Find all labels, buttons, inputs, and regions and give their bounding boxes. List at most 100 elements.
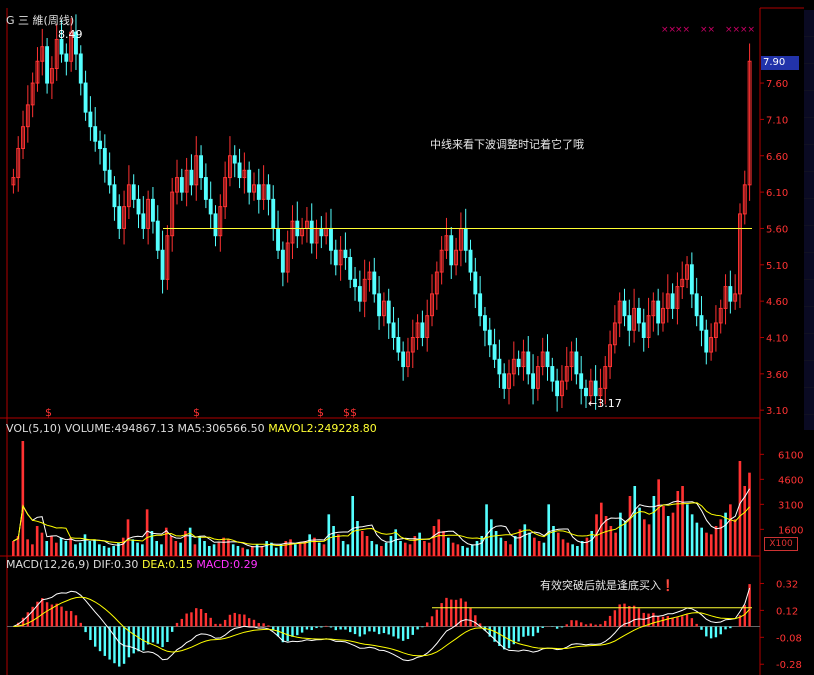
candle-body	[64, 53, 69, 62]
candle-body	[728, 286, 733, 302]
price-tick-label: 4.10	[766, 333, 788, 344]
candle-body	[329, 227, 333, 251]
volume-bar	[437, 519, 441, 556]
macd-dea-value: DEA:0.15	[141, 558, 193, 571]
price-tick-label: 5.60	[766, 224, 788, 235]
volume-bar	[346, 544, 350, 556]
candle-body	[237, 162, 242, 179]
price-tick-label: 4.60	[766, 297, 788, 308]
volume-bar	[40, 532, 44, 556]
volume-bar	[169, 536, 173, 556]
candle-body	[449, 235, 454, 266]
volume-bar	[54, 542, 58, 556]
volume-bar	[121, 537, 125, 556]
side-tab[interactable]	[804, 64, 814, 91]
side-tab[interactable]	[804, 280, 814, 307]
side-tab[interactable]	[804, 388, 814, 415]
side-tab[interactable]	[804, 91, 814, 118]
volume-bar	[274, 547, 278, 556]
side-tab[interactable]	[804, 415, 814, 430]
side-tab[interactable]	[804, 37, 814, 64]
candle-body	[579, 373, 584, 389]
volume-bar	[456, 544, 460, 556]
price-tick-label: 6.60	[766, 152, 788, 163]
volume-bar	[112, 546, 115, 556]
volume-bar	[690, 514, 694, 556]
volume-bar	[666, 516, 670, 556]
period-label: (周线)	[43, 14, 75, 27]
side-tab[interactable]	[804, 307, 814, 334]
volume-bar	[322, 544, 326, 556]
volume-bar	[217, 542, 221, 556]
candle-body	[372, 271, 377, 295]
volume-bar	[203, 541, 206, 556]
vol-tick-label: 6100	[778, 450, 803, 461]
volume-bar	[571, 544, 574, 556]
candle-body	[45, 46, 50, 84]
volume-bar	[399, 541, 402, 556]
candle-body	[420, 322, 425, 338]
volume-bar	[748, 472, 751, 556]
side-tab[interactable]	[804, 118, 814, 145]
volume-bar	[231, 544, 235, 556]
candle-body	[473, 271, 478, 295]
vol-indicator-name: VOL(5,10)	[6, 422, 62, 435]
volume-header: VOL(5,10) VOLUME:494867.13 MA5:306566.50…	[6, 422, 377, 435]
event-marker: ××	[661, 25, 676, 35]
volume-bar	[466, 547, 469, 556]
candle-body	[699, 315, 704, 331]
candle-body	[213, 213, 218, 237]
high-price-label: 8.49	[58, 28, 83, 41]
candle-body	[319, 227, 324, 237]
volume-bar	[451, 542, 455, 556]
volume-bar	[294, 544, 297, 556]
side-tab[interactable]	[804, 253, 814, 280]
side-tab[interactable]	[804, 199, 814, 226]
macd-header: MACD(12,26,9) DIF:0.30 DEA:0.15 MACD:0.2…	[6, 558, 258, 571]
candle-body	[357, 286, 362, 302]
side-tab[interactable]	[804, 10, 814, 37]
candle-body	[656, 300, 661, 324]
candle-body	[232, 155, 237, 164]
macd-dif-value: DIF:0.30	[93, 558, 139, 571]
candle-body	[151, 198, 155, 222]
side-tab[interactable]	[804, 145, 814, 172]
candle-body	[584, 387, 588, 397]
volume-bar	[576, 546, 579, 556]
candle-body	[112, 184, 117, 208]
volume-scale-badge[interactable]: X100	[764, 537, 798, 551]
volume-bar	[250, 546, 254, 556]
volume-bar	[719, 519, 723, 556]
volume-bar	[432, 526, 436, 556]
exclamation-icon: ❗	[661, 579, 675, 592]
volume-bar	[695, 522, 699, 556]
volume-bar	[423, 541, 426, 556]
side-tab[interactable]	[804, 172, 814, 199]
volume-bar	[494, 531, 498, 556]
candle-body	[526, 351, 531, 375]
volume-bar	[212, 544, 216, 556]
candle-body	[704, 329, 709, 353]
volume-bar	[193, 544, 197, 556]
volume-bar	[681, 486, 684, 556]
candle-body	[343, 249, 348, 259]
event-marker: ××	[725, 25, 740, 35]
volume-bar	[729, 504, 732, 556]
volume-bar	[518, 529, 522, 556]
volume-bar	[279, 544, 283, 556]
event-marker: ××	[675, 25, 690, 35]
volume-bar	[341, 541, 345, 556]
volume-bar	[136, 542, 139, 556]
volume-bar	[614, 532, 617, 556]
side-tab[interactable]	[804, 361, 814, 388]
candle-body	[348, 257, 353, 280]
volume-bar	[31, 544, 34, 556]
volume-bar	[470, 544, 474, 556]
side-tab[interactable]	[804, 226, 814, 253]
volume-bar	[255, 544, 259, 556]
signal-mark: $	[317, 406, 324, 419]
volume-bar	[160, 544, 163, 556]
side-tab[interactable]	[804, 334, 814, 361]
volume-bar	[738, 461, 742, 556]
macd-annotation: 有效突破后就是逢底买入❗	[540, 577, 675, 593]
